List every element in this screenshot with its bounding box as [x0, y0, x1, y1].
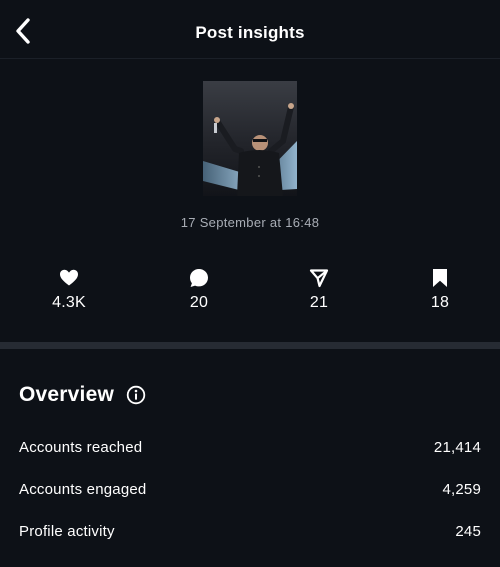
metric-label: Accounts engaged: [19, 481, 147, 498]
top-bar: Post insights: [0, 0, 500, 59]
saves-stat[interactable]: 18: [400, 268, 480, 312]
overview-title: Overview: [19, 383, 114, 406]
post-date: 17 September at 16:48: [180, 215, 320, 230]
comment-icon: [189, 268, 209, 288]
metric-row-profile-activity[interactable]: Profile activity 245: [19, 523, 481, 545]
section-divider: [0, 342, 500, 349]
comments-count: 20: [189, 294, 209, 311]
performer-on-stage-photo: [203, 81, 297, 196]
shares-stat[interactable]: 21: [279, 268, 359, 312]
metric-row-accounts-reached[interactable]: Accounts reached 21,414: [19, 439, 481, 461]
heart-icon: [59, 268, 79, 288]
overview-section-header: Overview: [19, 383, 146, 411]
metric-label: Profile activity: [19, 523, 115, 540]
metric-row-accounts-engaged[interactable]: Accounts engaged 4,259: [19, 481, 481, 503]
saves-count: 18: [430, 294, 450, 311]
post-thumbnail[interactable]: [203, 81, 297, 196]
bookmark-icon: [430, 268, 450, 288]
engagement-stats: 4.3K 20 21 18: [0, 268, 500, 318]
likes-stat[interactable]: 4.3K: [29, 268, 109, 312]
comments-stat[interactable]: 20: [159, 268, 239, 312]
metric-value: 245: [455, 523, 481, 540]
likes-count: 4.3K: [52, 294, 86, 311]
info-icon[interactable]: [126, 385, 146, 405]
metric-label: Accounts reached: [19, 439, 143, 456]
metric-value: 21,414: [433, 439, 481, 456]
page-title: Post insights: [195, 23, 305, 42]
send-icon: [309, 268, 329, 288]
metric-value: 4,259: [442, 481, 481, 498]
shares-count: 21: [309, 294, 329, 311]
